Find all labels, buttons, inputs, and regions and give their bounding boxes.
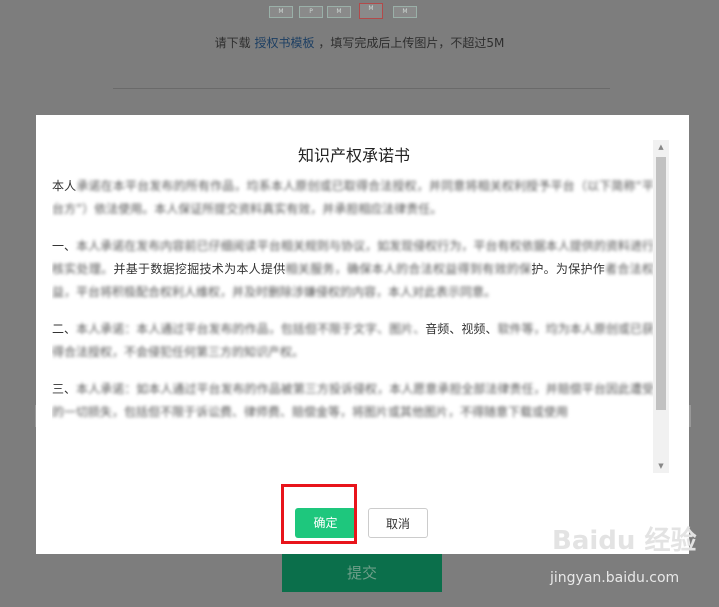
- paragraph-text: 二、: [52, 322, 77, 336]
- scroll-thumb[interactable]: [656, 157, 666, 410]
- hint-suffix: ，填写完成后上传图片，不超过5M: [318, 36, 505, 50]
- paragraph: 二、本人承诺：本人通过平台发布的作品，包括但不限于文字、图片、音频、视频、软件等…: [52, 318, 654, 364]
- blurred-text: 将图片或其他图片，不得随意下载或使用: [352, 405, 569, 419]
- dialog-content: 本人承诺在本平台发布的所有作品，均系本人原创或已取得合法授权，并同意将相关权利授…: [52, 175, 654, 481]
- dialog-title: 知识产权承诺书: [297, 146, 410, 165]
- cancel-button[interactable]: 取消: [368, 508, 428, 538]
- watermark-logo: Baidu 经验: [552, 526, 697, 556]
- upload-hint: 请下载 授权书模板 ，填写完成后上传图片，不超过5M: [0, 34, 719, 51]
- blurred-text: 本人承诺：本人通过平台发布的作品，包括但不限于文字、图片、: [76, 322, 426, 336]
- watermark-url: jingyan.baidu.com: [550, 570, 680, 586]
- ip-commitment-dialog: 知识产权承诺书 本人承诺在本平台发布的所有作品，均系本人原创或已取得合法授权，并…: [36, 115, 689, 554]
- thumbnail[interactable]: M: [393, 6, 417, 18]
- paragraph-text: 三、: [52, 382, 77, 396]
- annotation-highlight: [281, 484, 357, 544]
- paragraph-text: 一、: [52, 239, 77, 253]
- paragraph-text: 本人: [52, 179, 77, 193]
- paragraph: 一、本人承诺在发布内容前已仔细阅读平台相关规则与协议，如发现侵权行为，平台有权依…: [52, 235, 654, 304]
- paragraph: 本人承诺在本平台发布的所有作品，均系本人原创或已取得合法授权，并同意将相关权利授…: [52, 175, 654, 221]
- hint-prefix: 请下载: [214, 36, 251, 50]
- paragraph-text: 音频、视频、: [425, 322, 498, 336]
- content-scrollbar[interactable]: ▲ ▼: [653, 140, 669, 473]
- scroll-down-icon[interactable]: ▼: [653, 459, 669, 473]
- paragraph-text: 并基于数据挖掘技术为本人提供: [113, 262, 286, 276]
- thumbnail[interactable]: M: [327, 6, 351, 18]
- blurred-text: 承诺在本平台发布的所有作品，均系本人原创或已取得合法授权，并同意将相关权利授予平…: [52, 179, 654, 216]
- template-thumbnails: M P M M M: [263, 0, 421, 20]
- paragraph-text: 护。为保护作: [531, 262, 606, 276]
- divider: [113, 88, 610, 89]
- thumbnail-selected[interactable]: M: [359, 3, 383, 19]
- thumbnail[interactable]: M: [269, 6, 293, 18]
- thumbnail[interactable]: P: [299, 6, 323, 18]
- blurred-text: 相关服务，确保本人的合法权益得到有效的保: [285, 262, 532, 276]
- paragraph: 三、本人承诺：如本人通过平台发布的作品被第三方投诉侵权，本人愿意承担全部法律责任…: [52, 378, 654, 424]
- scroll-up-icon[interactable]: ▲: [653, 140, 669, 154]
- baidu-jingyan-watermark: Baidu 经验 jingyan.baidu.com: [548, 520, 708, 600]
- template-download-link[interactable]: 授权书模板: [255, 36, 315, 50]
